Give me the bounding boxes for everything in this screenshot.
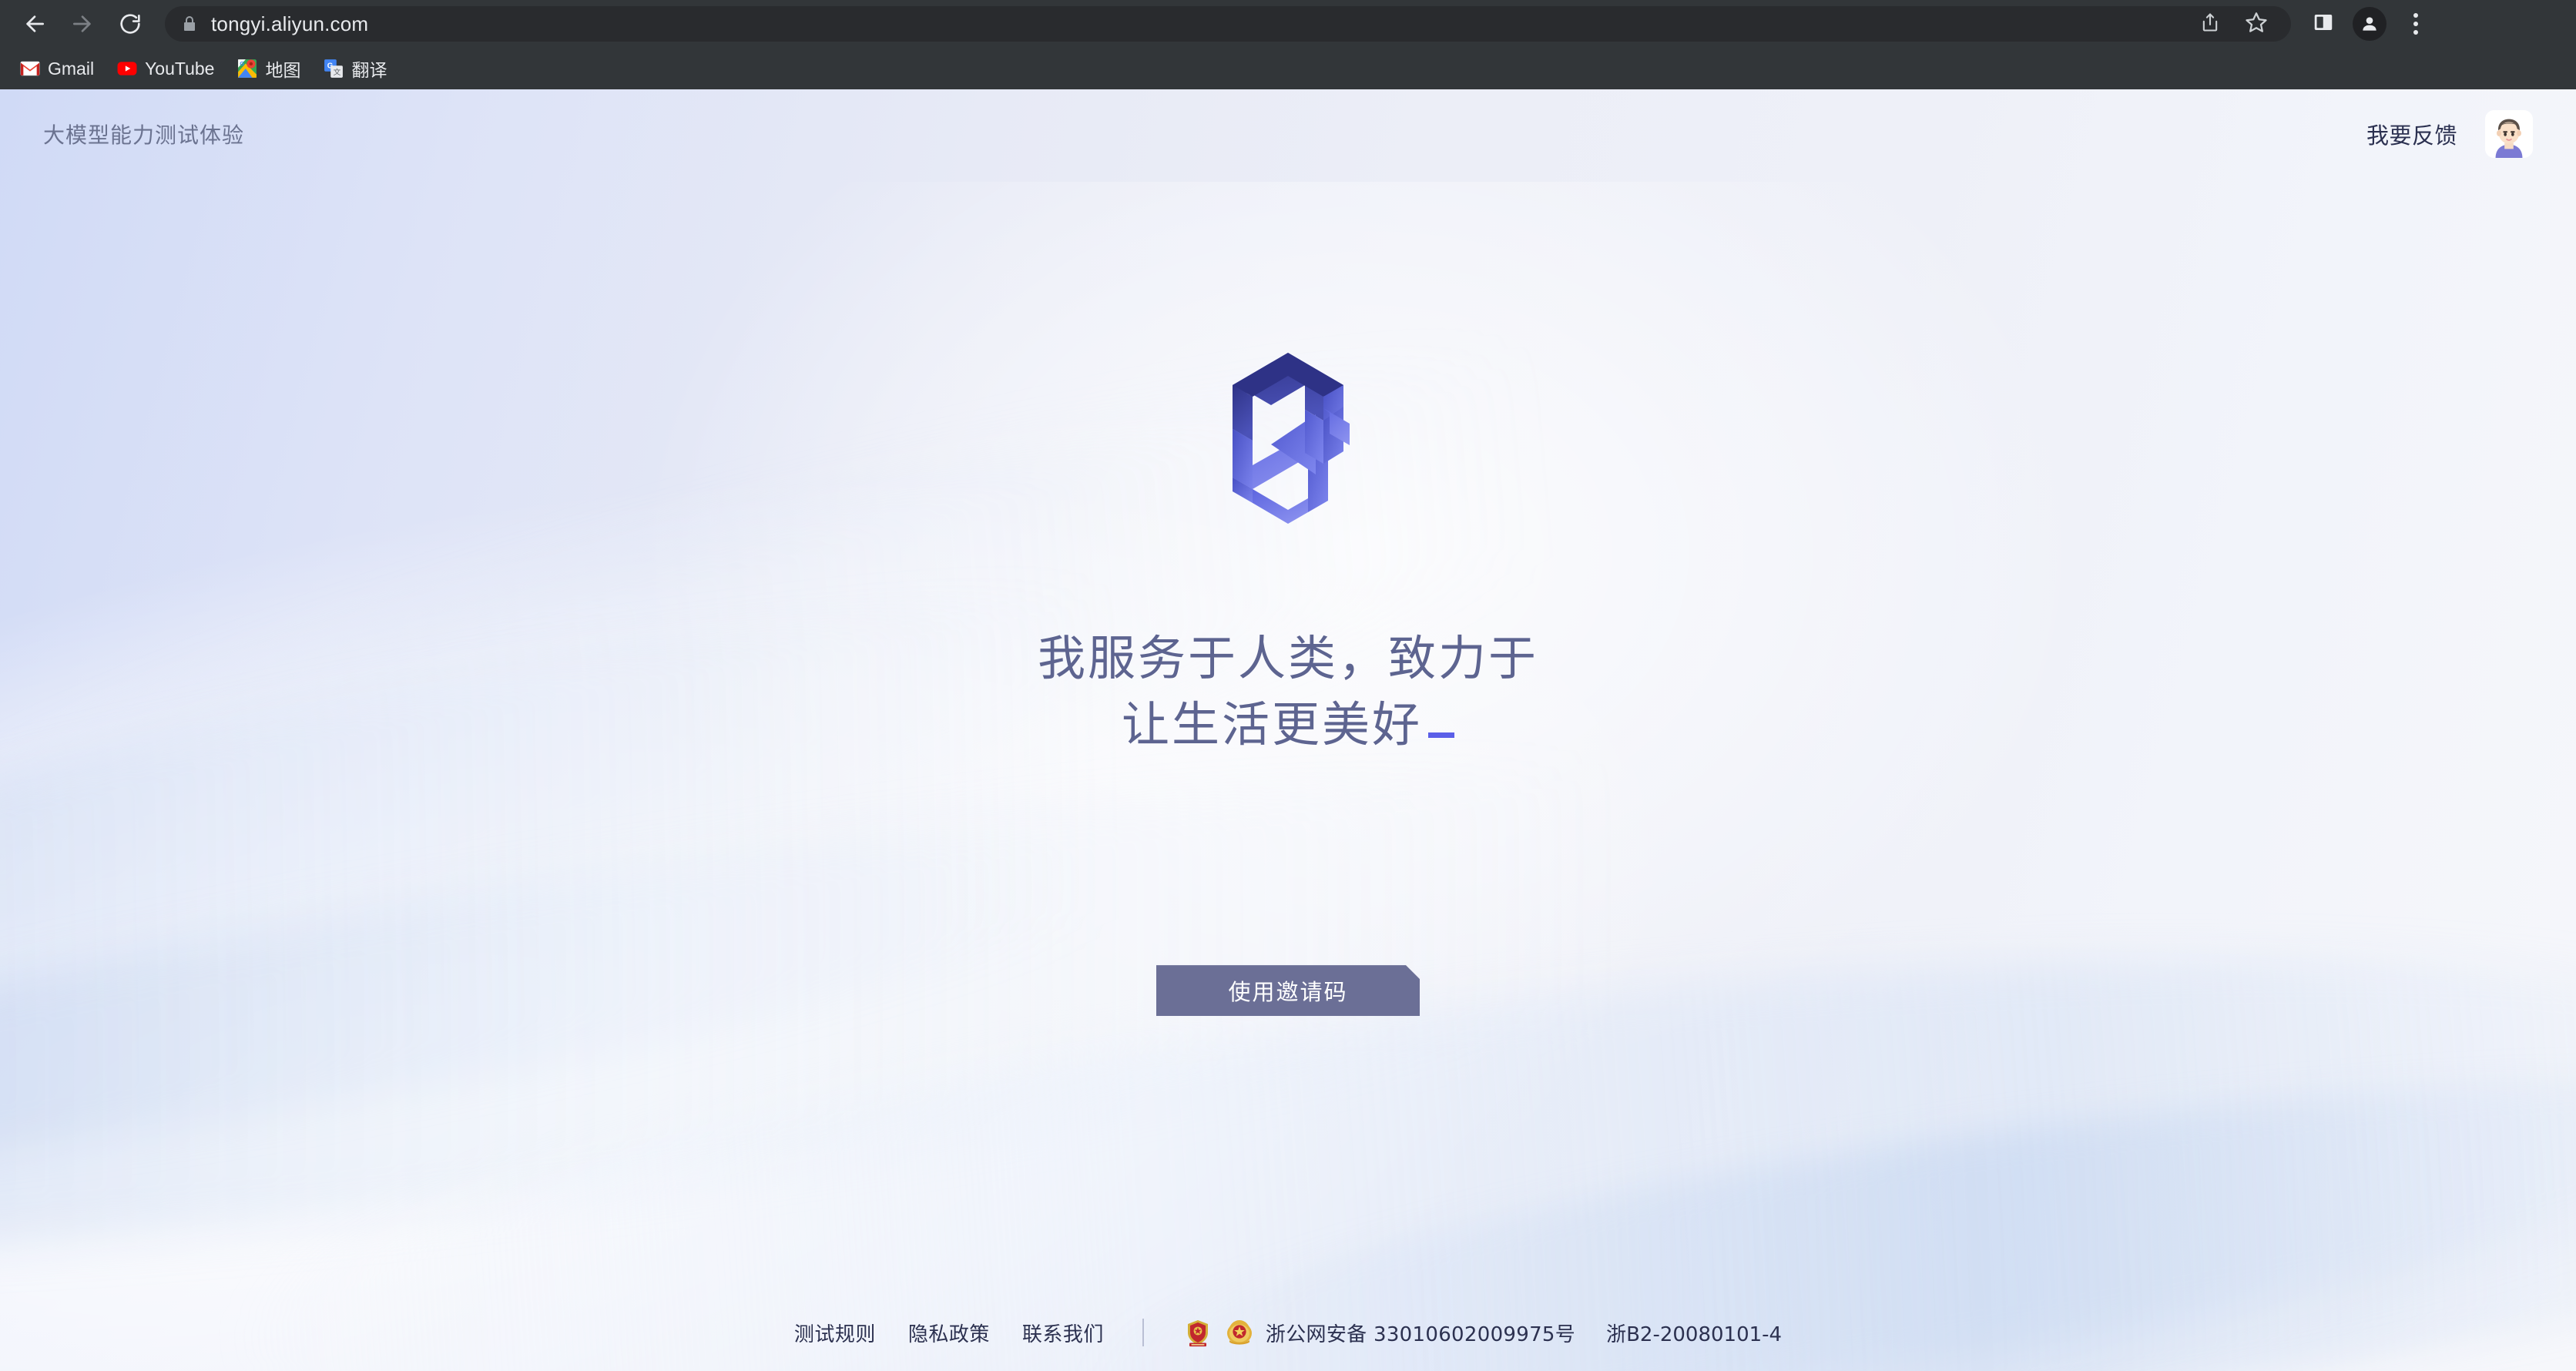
forward-arrow-icon xyxy=(70,12,95,36)
text-cursor-icon xyxy=(1428,732,1454,738)
hero-section: 我服务于人类，致力于 让生活更美好 使用邀请码 xyxy=(0,89,2576,1371)
share-button[interactable] xyxy=(2191,6,2229,42)
bookmark-button[interactable] xyxy=(2237,6,2276,42)
side-panel-icon xyxy=(2312,11,2335,38)
bookmark-label: 地图 xyxy=(265,60,301,80)
tagline: 我服务于人类，致力于 让生活更美好 xyxy=(1038,625,1538,757)
national-emblem-badge-icon xyxy=(1224,1317,1255,1348)
svg-text:G: G xyxy=(240,60,245,67)
bookmark-label: YouTube xyxy=(145,58,215,79)
browser-toolbar: tongyi.aliyun.com xyxy=(0,0,2576,48)
user-avatar-icon xyxy=(2485,110,2533,158)
address-bar[interactable]: tongyi.aliyun.com xyxy=(165,6,2291,42)
bookmark-translate[interactable]: G 文 翻译 xyxy=(314,53,396,84)
google-translate-icon: G 文 xyxy=(324,59,344,79)
profile-button[interactable] xyxy=(2348,2,2391,45)
police-record-group[interactable]: 浙公网安备 33010602009975号 xyxy=(1182,1317,1575,1348)
use-invite-code-button[interactable]: 使用邀请码 xyxy=(1156,965,1420,1016)
tagline-line-2: 让生活更美好 xyxy=(1121,696,1422,753)
site-footer: 测试规则 隐私政策 联系我们 浙公网安备 33010602009975号 浙B2… xyxy=(0,1317,2576,1348)
footer-link-privacy-policy[interactable]: 隐私政策 xyxy=(908,1319,990,1347)
gmail-icon xyxy=(20,59,40,79)
reload-icon xyxy=(118,12,143,36)
bookmarks-bar: Gmail YouTube G 地图 G 文 翻译 xyxy=(0,48,2576,89)
police-record-text: 浙公网安备 33010602009975号 xyxy=(1265,1322,1576,1346)
browser-menu-button[interactable] xyxy=(2394,2,2437,45)
back-button[interactable] xyxy=(11,0,59,48)
police-record-badge-icon xyxy=(1182,1317,1213,1348)
avatar[interactable] xyxy=(2485,110,2533,158)
bookmark-label: Gmail xyxy=(48,58,95,79)
bookmark-gmail[interactable]: Gmail xyxy=(11,53,103,84)
browser-chrome: tongyi.aliyun.com Gmail YouTube G 地图 G 文… xyxy=(0,0,2576,89)
back-arrow-icon xyxy=(22,12,47,36)
site-header: 大模型能力测试体验 我要反馈 xyxy=(0,89,2576,179)
page-title: 大模型能力测试体验 xyxy=(43,122,245,148)
header-actions: 我要反馈 xyxy=(2366,110,2533,158)
youtube-icon xyxy=(117,59,137,79)
bookmark-youtube[interactable]: YouTube xyxy=(108,53,223,84)
forward-button[interactable] xyxy=(59,0,106,48)
reload-button[interactable] xyxy=(106,0,154,48)
feedback-button[interactable]: 我要反馈 xyxy=(2366,118,2457,150)
tagline-line-1: 我服务于人类，致力于 xyxy=(1037,630,1538,686)
profile-avatar-icon xyxy=(2353,7,2386,41)
svg-text:文: 文 xyxy=(334,67,341,77)
star-icon xyxy=(2245,11,2268,38)
bookmark-maps[interactable]: G 地图 xyxy=(228,53,310,84)
tagline-line-2-wrap: 让生活更美好 xyxy=(1038,692,1538,758)
toolbar-right-actions xyxy=(2302,2,2437,45)
footer-divider xyxy=(1142,1319,1144,1346)
google-maps-icon: G xyxy=(237,59,257,79)
bookmark-label: 翻译 xyxy=(351,60,387,80)
page-body: 大模型能力测试体验 我要反馈 我服务于人类，致力于 让生活更美好 使用邀请码 测… xyxy=(0,89,2576,1371)
side-panel-button[interactable] xyxy=(2302,2,2345,45)
share-icon xyxy=(2199,12,2221,37)
tongyi-logo-icon xyxy=(1172,336,1404,551)
footer-links: 测试规则 隐私政策 联系我们 xyxy=(794,1319,1104,1347)
lock-icon xyxy=(180,15,199,33)
url-text: tongyi.aliyun.com xyxy=(211,12,369,35)
footer-link-test-rules[interactable]: 测试规则 xyxy=(794,1319,876,1347)
icp-record-text[interactable]: 浙B2-20080101-4 xyxy=(1606,1319,1782,1347)
kebab-menu-icon xyxy=(2413,13,2418,35)
footer-link-contact-us[interactable]: 联系我们 xyxy=(1022,1319,1104,1347)
